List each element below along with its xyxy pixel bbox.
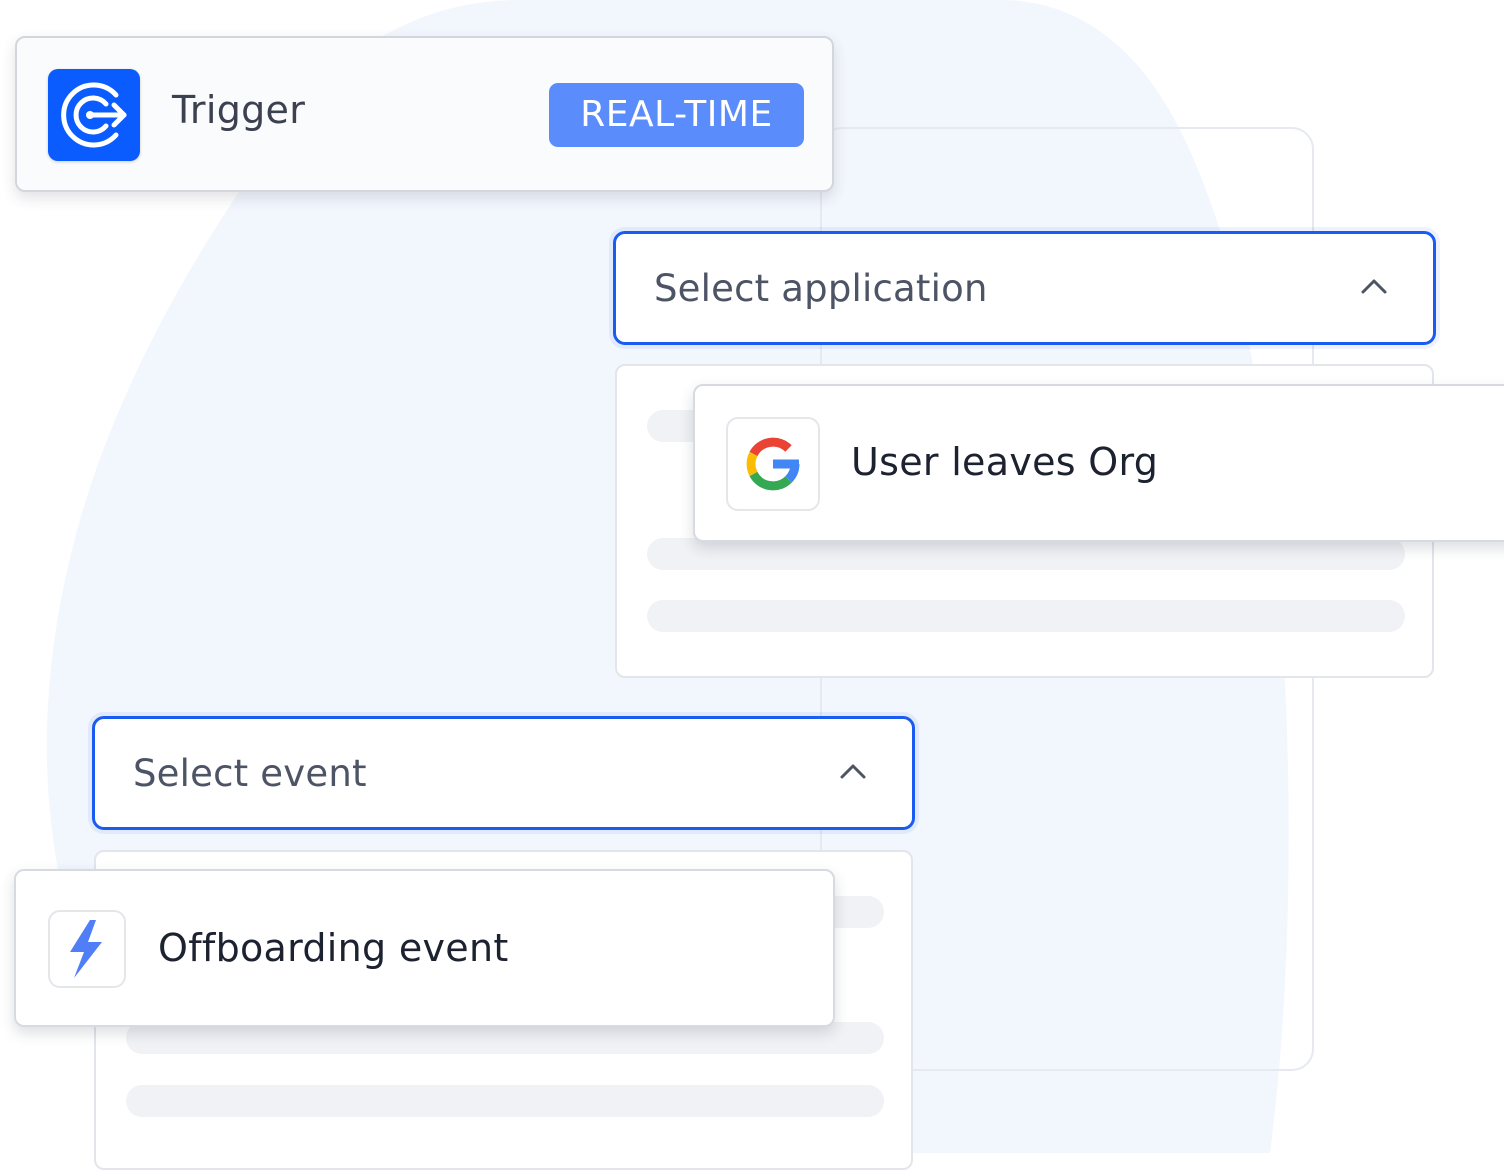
- trigger-card[interactable]: Trigger REAL-TIME: [15, 36, 834, 192]
- select-application-dropdown[interactable]: Select application: [613, 231, 1436, 345]
- option-label: User leaves Org: [851, 440, 1159, 484]
- skeleton-row: [126, 1085, 884, 1117]
- option-label: Offboarding event: [158, 926, 509, 970]
- realtime-badge: REAL-TIME: [549, 83, 804, 147]
- select-application-label: Select application: [654, 267, 988, 310]
- skeleton-row: [647, 600, 1405, 632]
- select-event-label: Select event: [133, 752, 367, 795]
- trigger-title: Trigger: [172, 88, 306, 132]
- chevron-up-icon[interactable]: [838, 761, 868, 781]
- option-offboarding-event[interactable]: Offboarding event: [14, 869, 835, 1027]
- select-event-dropdown[interactable]: Select event: [92, 716, 915, 830]
- skeleton-row: [647, 538, 1405, 570]
- option-user-leaves-org[interactable]: User leaves Org: [693, 384, 1504, 542]
- google-icon: [726, 417, 820, 511]
- target-arrow-icon: [48, 69, 140, 161]
- chevron-up-icon[interactable]: [1359, 276, 1389, 296]
- lightning-icon: [48, 910, 126, 988]
